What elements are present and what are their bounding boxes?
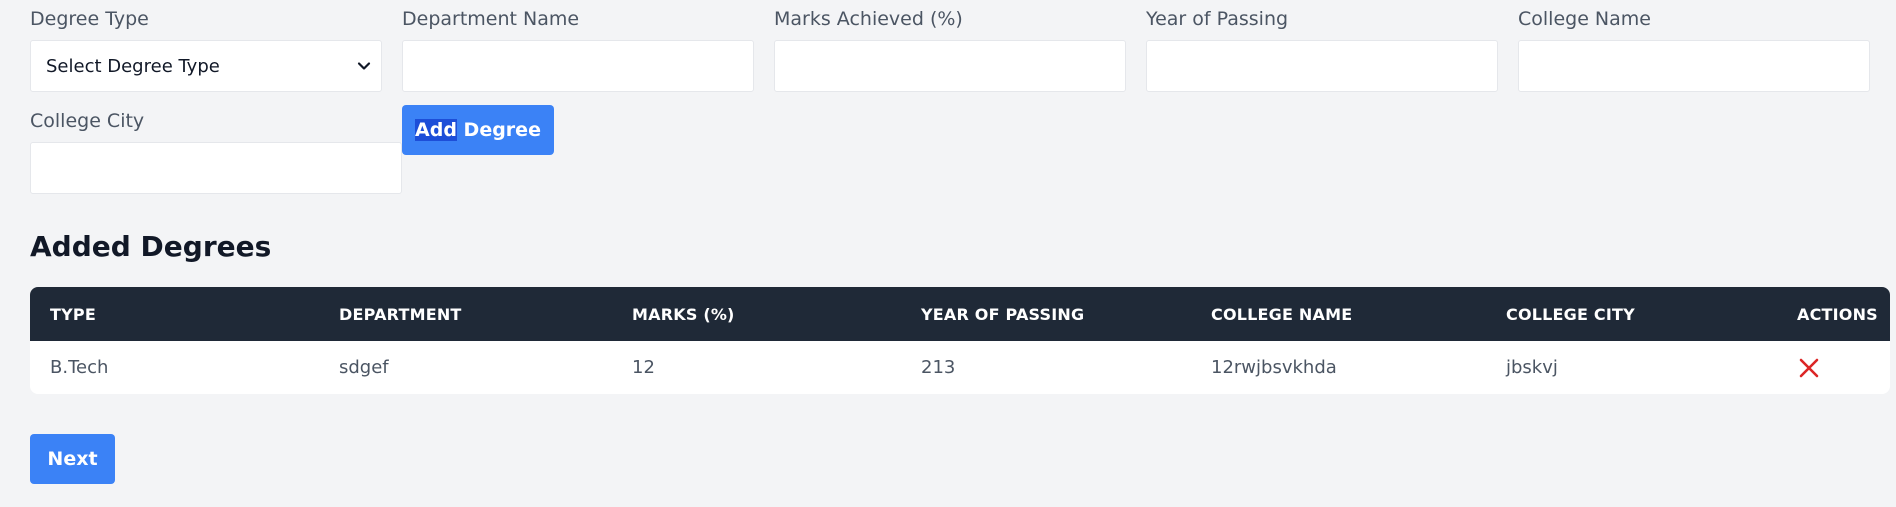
cell-year: 213 <box>921 357 956 378</box>
next-button[interactable]: Next <box>30 434 115 484</box>
college-city-input[interactable] <box>30 142 402 194</box>
year-label: Year of Passing <box>1146 8 1289 30</box>
year-input[interactable] <box>1146 40 1498 92</box>
college-name-field: College Name <box>1518 8 1870 92</box>
add-degree-label-selected: Add <box>415 119 457 141</box>
add-degree-label-rest: Degree <box>456 119 541 141</box>
marks-input[interactable] <box>774 40 1126 92</box>
cell-type: B.Tech <box>50 357 109 378</box>
department-input[interactable] <box>402 40 754 92</box>
header-type: TYPE <box>50 304 96 324</box>
degree-type-select[interactable]: Select Degree Type <box>30 40 382 92</box>
table-header-row: TYPE DEPARTMENT MARKS (%) YEAR OF PASSIN… <box>30 287 1890 341</box>
header-college-city: COLLEGE CITY <box>1506 304 1635 324</box>
degree-type-label: Degree Type <box>30 8 149 30</box>
cell-marks: 12 <box>632 357 655 378</box>
department-field: Department Name <box>402 8 754 92</box>
marks-label: Marks Achieved (%) <box>774 8 963 30</box>
degree-type-selected: Select Degree Type <box>46 55 220 77</box>
header-department: DEPARTMENT <box>339 304 462 324</box>
cell-college-city: jbskvj <box>1506 357 1558 378</box>
table-row: B.Tech sdgef 12 213 12rwjbsvkhda jbskvj <box>30 341 1890 394</box>
degrees-table: TYPE DEPARTMENT MARKS (%) YEAR OF PASSIN… <box>30 287 1890 394</box>
college-name-input[interactable] <box>1518 40 1870 92</box>
header-year: YEAR OF PASSING <box>921 304 1085 324</box>
header-marks: MARKS (%) <box>632 304 735 324</box>
cell-department: sdgef <box>339 357 389 378</box>
degree-type-field: Degree Type Select Degree Type <box>30 8 382 92</box>
close-icon[interactable] <box>1798 357 1820 379</box>
college-city-field: College City <box>30 110 402 194</box>
college-name-label: College Name <box>1518 8 1651 30</box>
education-form-page: Degree Type Select Degree Type Departmen… <box>0 0 1896 507</box>
added-degrees-heading: Added Degrees <box>30 230 272 263</box>
cell-actions <box>1798 341 1820 394</box>
college-city-label: College City <box>30 110 145 132</box>
cell-college-name: 12rwjbsvkhda <box>1211 357 1337 378</box>
chevron-down-icon <box>357 62 371 70</box>
marks-field: Marks Achieved (%) <box>774 8 1126 92</box>
header-college-name: COLLEGE NAME <box>1211 304 1353 324</box>
add-degree-button[interactable]: Add Degree <box>402 105 554 155</box>
department-label: Department Name <box>402 8 580 30</box>
header-actions: ACTIONS <box>1797 304 1878 324</box>
year-field: Year of Passing <box>1146 8 1498 92</box>
